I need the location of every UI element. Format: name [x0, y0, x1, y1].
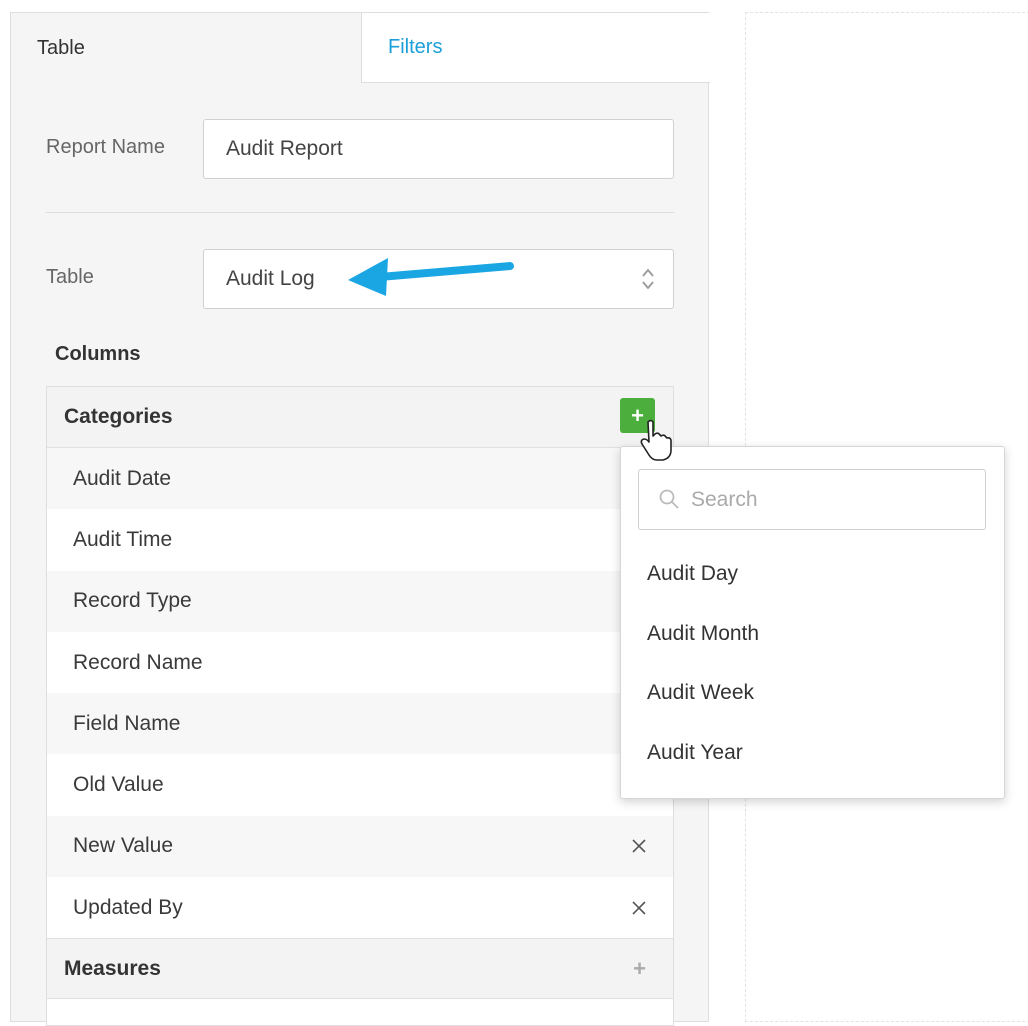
table-select-value: Audit Log [226, 267, 315, 290]
report-name-label: Report Name [46, 136, 165, 158]
list-item-label: Updated By [73, 895, 183, 919]
measures-header: Measures + [47, 938, 673, 1000]
dropdown-option[interactable]: Audit Week [647, 681, 754, 705]
close-icon[interactable] [631, 900, 647, 916]
list-item[interactable]: Updated By [47, 877, 673, 939]
chevron-updown-icon [642, 268, 654, 290]
list-item[interactable]: New Value [47, 815, 673, 878]
add-measure-button[interactable]: + [633, 956, 646, 982]
hand-cursor-icon [640, 419, 672, 461]
list-item-label: Record Name [73, 650, 203, 674]
list-item-label: Old Value [73, 773, 164, 797]
list-item-label: Record Type [73, 589, 192, 613]
search-input[interactable]: Search [638, 469, 986, 530]
columns-list: Categories + Audit Date Audit Time Recor… [46, 386, 674, 1026]
report-builder-panel: Table Filters Report Name Audit Report T… [10, 12, 710, 1026]
measures-title: Measures [64, 956, 161, 980]
list-item[interactable]: Field Name [47, 693, 673, 755]
categories-header: Categories + [47, 387, 673, 448]
list-item-label: Audit Date [73, 466, 172, 490]
list-item-label: Field Name [73, 711, 181, 735]
columns-heading: Columns [55, 343, 141, 365]
list-item[interactable]: Audit Date [47, 448, 673, 510]
category-options-dropdown: Search Audit Day Audit Month Audit Week … [620, 446, 1005, 799]
dropdown-option[interactable]: Audit Month [647, 622, 759, 646]
dropdown-option[interactable]: Audit Year [647, 741, 743, 765]
list-item[interactable]: Record Type [47, 570, 673, 632]
dropdown-option[interactable]: Audit Day [647, 562, 738, 586]
list-item[interactable]: Record Name [47, 631, 673, 694]
list-item[interactable]: Old Value [47, 754, 673, 816]
search-placeholder: Search [691, 487, 758, 511]
tab-table[interactable]: Table [11, 13, 361, 83]
list-item[interactable]: Audit Time [47, 509, 673, 571]
table-label: Table [46, 266, 94, 288]
categories-title: Categories [64, 405, 173, 428]
section-divider [46, 212, 674, 213]
close-icon[interactable] [631, 838, 647, 854]
list-item-label: Audit Time [73, 527, 173, 551]
search-icon [659, 489, 679, 509]
tab-filters[interactable]: Filters [361, 13, 710, 83]
report-name-input[interactable]: Audit Report [203, 119, 674, 179]
annotation-arrow [348, 258, 514, 296]
list-item-label: New Value [73, 834, 173, 858]
report-name-value: Audit Report [226, 137, 343, 160]
